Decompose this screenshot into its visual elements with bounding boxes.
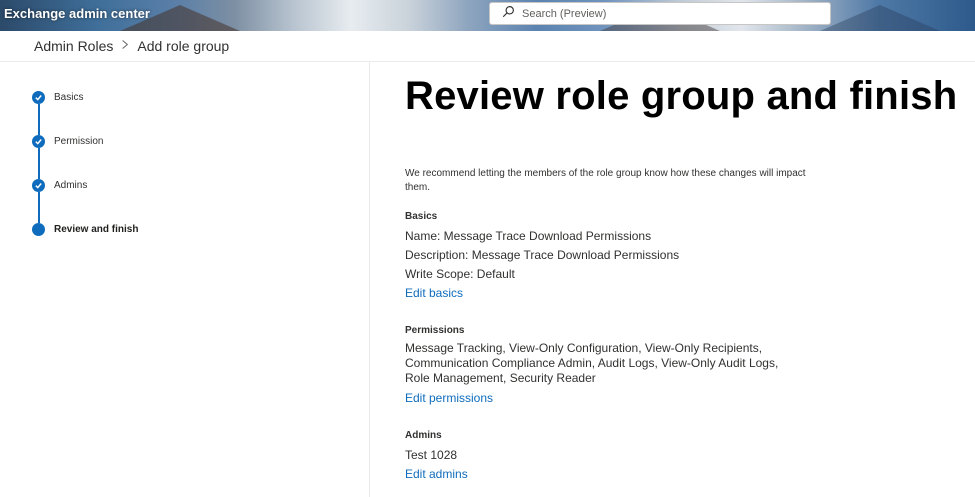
app-title[interactable]: Exchange admin center bbox=[4, 6, 150, 21]
admins-section: Admins Test 1028 Edit admins bbox=[405, 430, 965, 484]
basics-description: Description: Message Trace Download Perm… bbox=[405, 248, 680, 262]
step-label: Admins bbox=[54, 180, 88, 191]
check-icon bbox=[32, 91, 45, 104]
top-banner: Exchange admin center Search (Preview) bbox=[0, 0, 975, 31]
panel-divider bbox=[369, 62, 370, 497]
permissions-section: Permissions Message Tracking, View-Only … bbox=[405, 325, 965, 408]
step-admins[interactable]: Admins bbox=[32, 179, 138, 223]
search-box[interactable]: Search (Preview) bbox=[489, 2, 831, 25]
search-input[interactable]: Search (Preview) bbox=[522, 8, 606, 20]
edit-admins-link[interactable]: Edit admins bbox=[405, 465, 965, 484]
wizard-steps: Basics Permission Admins Review and fini… bbox=[32, 91, 138, 267]
check-icon bbox=[32, 135, 45, 148]
step-connector bbox=[38, 104, 40, 135]
edit-basics-link[interactable]: Edit basics bbox=[405, 284, 965, 303]
banner-decoration bbox=[820, 5, 940, 31]
current-step-icon bbox=[32, 223, 45, 236]
step-review-and-finish[interactable]: Review and finish bbox=[32, 223, 138, 267]
step-basics[interactable]: Basics bbox=[32, 91, 138, 135]
section-heading: Admins bbox=[405, 430, 442, 441]
basics-write-scope: Write Scope: Default bbox=[405, 267, 515, 281]
step-label: Permission bbox=[54, 136, 104, 147]
page-title: Review role group and finish bbox=[405, 74, 958, 118]
intro-text: We recommend letting the members of the … bbox=[405, 168, 806, 193]
basics-name: Name: Message Trace Download Permissions bbox=[405, 229, 652, 243]
basics-section: Basics Name: Message Trace Download Perm… bbox=[405, 211, 965, 303]
breadcrumb-current: Add role group bbox=[137, 38, 230, 54]
review-panel: Review role group and finish We recommen… bbox=[405, 62, 965, 484]
step-label: Review and finish bbox=[54, 224, 139, 235]
permissions-list: Message Tracking, View-Only Configuratio… bbox=[405, 341, 779, 385]
section-heading: Permissions bbox=[405, 325, 465, 336]
step-permission[interactable]: Permission bbox=[32, 135, 138, 179]
admins-list: Test 1028 bbox=[405, 448, 458, 462]
edit-permissions-link[interactable]: Edit permissions bbox=[405, 389, 965, 408]
section-heading: Basics bbox=[405, 211, 438, 222]
search-icon bbox=[502, 5, 515, 23]
breadcrumb: Admin Roles Add role group bbox=[34, 36, 229, 56]
check-icon bbox=[32, 179, 45, 192]
step-connector bbox=[38, 192, 40, 223]
breadcrumb-admin-roles[interactable]: Admin Roles bbox=[34, 38, 113, 54]
step-connector bbox=[38, 148, 40, 179]
chevron-right-icon bbox=[121, 39, 129, 53]
step-label: Basics bbox=[54, 92, 84, 103]
